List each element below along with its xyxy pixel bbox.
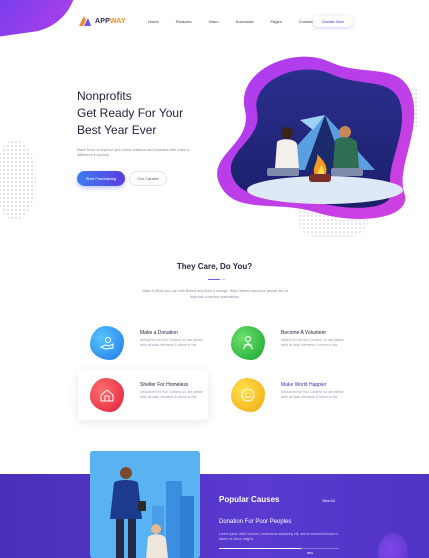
section-description: Make it Show you can with limited and fi… xyxy=(142,289,288,299)
title-underline xyxy=(208,279,220,280)
world-happy-icon xyxy=(241,388,255,402)
green-blob xyxy=(231,326,265,360)
feature-shelter-homeless[interactable]: Shelter For Homeless Default text for Bo… xyxy=(78,370,208,420)
logo[interactable]: APPWAY xyxy=(78,15,126,27)
feature-make-world-happier[interactable]: Make World Happier Default text for Box … xyxy=(219,370,349,420)
donation-progress-bar xyxy=(219,548,339,549)
cause-description: Lorem ipsum dolor sit amet, consectetur … xyxy=(219,532,339,541)
feature-title: Make a Donation xyxy=(140,330,178,336)
yellow-blob xyxy=(231,378,265,412)
logo-text: APPWAY xyxy=(95,17,126,25)
hero-illustration xyxy=(205,40,420,225)
nav-item-video[interactable]: Video xyxy=(208,19,218,24)
logo-mark-icon xyxy=(78,15,92,27)
nav-item-home[interactable]: Home xyxy=(148,19,159,24)
feature-description: Default text for Box Content, so use ple… xyxy=(140,390,203,399)
blue-blob xyxy=(90,326,124,360)
feature-description: Default text for Box Content, so use ple… xyxy=(281,390,344,399)
section-title: They Care, Do You? xyxy=(176,262,253,271)
decorative-dots xyxy=(0,140,36,220)
nav-item-download[interactable]: Download xyxy=(236,19,254,24)
feature-description: Default text for Box Content, so use ple… xyxy=(281,338,344,347)
volunteer-icon xyxy=(242,336,254,350)
site-header: APPWAY Home Features Video Download Page… xyxy=(0,0,429,44)
nav-item-pages[interactable]: Pages xyxy=(270,19,281,24)
feature-title: Make World Happier xyxy=(281,382,327,388)
hero-description: Make Surer to improve your donor relatio… xyxy=(77,148,190,157)
feature-description: Default text for Box Content, so use ple… xyxy=(140,338,203,347)
feature-become-volunteer[interactable]: Become A Volunteer Default text for Box … xyxy=(219,318,349,368)
nav-item-contact[interactable]: Contact xyxy=(299,19,313,24)
start-fundraising-button[interactable]: Start Fundraising xyxy=(77,171,125,186)
donation-progress-label: 68% xyxy=(307,551,314,555)
popular-causes-section xyxy=(0,474,429,558)
popular-causes-title: Popular Causes xyxy=(219,495,280,504)
cause-title[interactable]: Donation For Poor Peoples xyxy=(219,519,291,525)
feature-title: Become A Volunteer xyxy=(281,330,327,336)
cause-image xyxy=(90,451,200,558)
feature-make-donation[interactable]: Make a Donation Default text for Box Con… xyxy=(78,318,208,368)
shelter-house-icon xyxy=(100,389,114,402)
feature-title: Shelter For Homeless xyxy=(140,382,189,388)
red-blob xyxy=(90,378,124,412)
donate-hand-icon xyxy=(99,337,114,350)
title-underline-accent xyxy=(222,279,225,280)
donation-progress-fill xyxy=(219,548,301,549)
nav-item-features[interactable]: Features xyxy=(176,19,192,24)
main-nav: Home Features Video Download Pages Conta… xyxy=(148,19,330,24)
our-causes-button[interactable]: Our Causes xyxy=(129,171,167,186)
donate-now-button[interactable]: Donate Now xyxy=(313,16,353,27)
view-all-link[interactable]: View All xyxy=(322,499,335,503)
